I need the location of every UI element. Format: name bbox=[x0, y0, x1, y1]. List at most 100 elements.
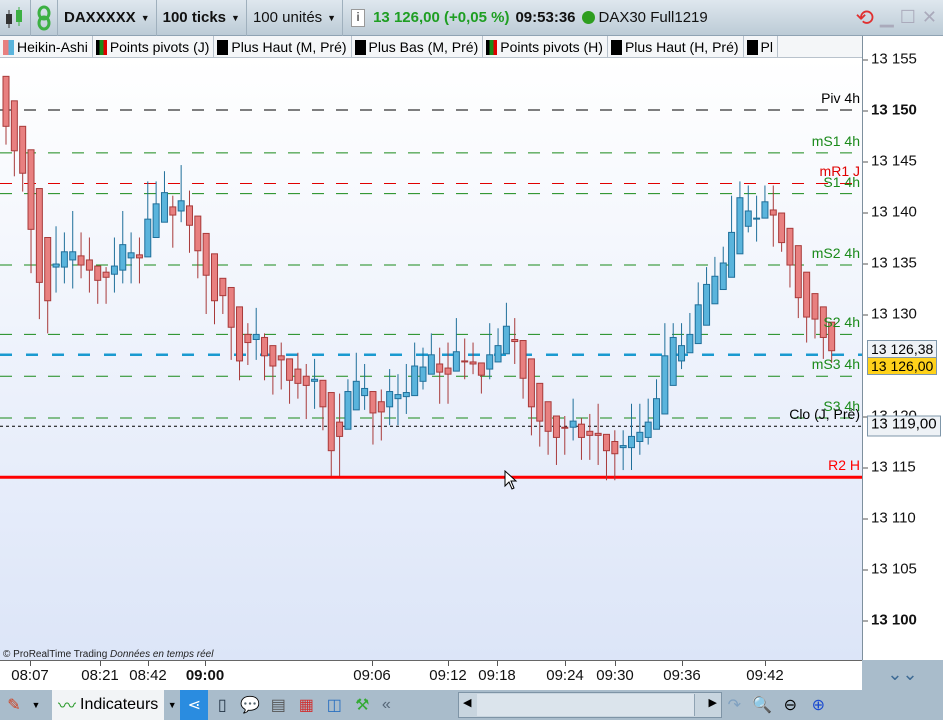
indicator-color-swatch bbox=[610, 39, 622, 55]
time-tick-label: 08:21 bbox=[81, 667, 119, 684]
indicator-tab-label: Plus Haut (M, Pré) bbox=[231, 39, 347, 55]
indicator-color-swatch bbox=[95, 39, 107, 55]
time-tick bbox=[372, 661, 373, 666]
chevron-down-icon: ▼ bbox=[140, 12, 150, 23]
settings-wrench-icon[interactable]: ⚒ bbox=[348, 690, 376, 720]
indicator-tab-label: Plus Bas (M, Pré) bbox=[368, 39, 479, 55]
units-selector[interactable]: 100 unités ▼ bbox=[247, 0, 344, 36]
zoom-out-icon[interactable]: ⊖ bbox=[776, 690, 804, 720]
chart-type-icon[interactable] bbox=[0, 0, 31, 36]
indicator-tab-label: Points pivots (J) bbox=[109, 39, 210, 55]
comment-icon[interactable]: 💬 bbox=[236, 690, 264, 720]
refresh-icon[interactable]: ⟲ bbox=[855, 5, 873, 31]
mouse-cursor-icon bbox=[504, 470, 518, 490]
time-tick-label: 09:00 bbox=[185, 667, 225, 684]
status-dot-icon bbox=[581, 11, 595, 24]
info-icon[interactable]: i bbox=[351, 8, 366, 27]
horizontal-scrollbar[interactable]: ◀ ▶ bbox=[458, 692, 722, 718]
drawing-tools-icon[interactable]: ✎ bbox=[0, 690, 28, 720]
level-label: S2 4h bbox=[823, 314, 860, 331]
time-tick-label: 08:07 bbox=[11, 667, 49, 684]
zoom-in-icon[interactable]: ⊕ bbox=[804, 690, 832, 720]
level-label: mS1 4h bbox=[811, 132, 860, 149]
indicator-tab[interactable]: Plus Haut (M, Pré) bbox=[214, 36, 352, 57]
symbol-selector[interactable]: DAXXXXX ▼ bbox=[58, 0, 157, 36]
indicator-tab-label: Points pivots (H) bbox=[500, 39, 603, 55]
indicator-tab[interactable]: Plus Haut (H, Pré) bbox=[608, 36, 744, 57]
indicator-color-swatch bbox=[3, 39, 14, 55]
indicator-tabs: Heikin-Ashi Points pivots (J) Plus Haut (M… bbox=[0, 36, 862, 58]
indicators-dropdown[interactable]: ▼ bbox=[164, 690, 180, 720]
indicator-tab[interactable]: Heikin-Ashi bbox=[0, 36, 93, 57]
price-tick-label: 13 130 bbox=[863, 305, 917, 323]
level-label: mS3 4h bbox=[811, 356, 860, 373]
indicator-tab-label: Plus Haut (H, Pré) bbox=[624, 39, 739, 55]
last-price-box: 13 126,38 bbox=[867, 339, 938, 358]
level-labels: Piv 4h mS1 4h mR1 J S1 4h mS2 4h S2 4h mS3 4h S… bbox=[0, 58, 860, 660]
time-tick bbox=[148, 661, 149, 666]
indicator-color-swatch bbox=[217, 39, 229, 55]
time-axis[interactable]: 08:07 08:21 08:42 09:00 09:06 09:12 09:18 09:24… bbox=[0, 660, 862, 690]
time-tick bbox=[615, 661, 616, 666]
price-change: 13 126,00 (+0,05 %) bbox=[373, 9, 510, 26]
time-tick-label: 09:18 bbox=[478, 667, 516, 684]
units-label: 100 unités bbox=[252, 9, 323, 26]
auto-zoom-icon[interactable]: 🔍 bbox=[748, 690, 776, 720]
level-label: S1 4h bbox=[823, 173, 860, 190]
period-label: 100 ticks bbox=[162, 9, 227, 26]
indicator-tab[interactable]: Plus Bas (M, Pré) bbox=[352, 36, 484, 57]
redo-icon[interactable]: ↷ bbox=[720, 690, 748, 720]
scroll-thumb[interactable] bbox=[477, 694, 695, 716]
level-label: mS2 4h bbox=[811, 245, 860, 262]
indicator-tab[interactable]: Points pivots (H) bbox=[483, 36, 608, 57]
credit: © ProRealTime Trading Données en temps r… bbox=[3, 649, 214, 660]
drawing-dropdown[interactable]: ▼ bbox=[28, 690, 44, 720]
link-icon[interactable] bbox=[31, 0, 58, 36]
share-icon[interactable]: ⋖ bbox=[180, 690, 209, 720]
indicator-tab-label: Heikin-Ashi bbox=[17, 39, 88, 55]
minimize-icon[interactable]: ▁ bbox=[880, 7, 894, 28]
scroll-fast-left-icon[interactable]: « bbox=[376, 690, 396, 720]
indicators-icon: 〰 bbox=[58, 696, 76, 716]
indicator-color-swatch bbox=[354, 39, 366, 55]
indicators-label: Indicateurs bbox=[80, 696, 159, 713]
scroll-right-icon[interactable]: ▶ bbox=[709, 696, 717, 709]
price-tick-label: 13 110 bbox=[863, 509, 916, 527]
close-icon[interactable]: ✕ bbox=[922, 7, 937, 28]
price-tick-label: 13 145 bbox=[863, 152, 917, 170]
time-tick bbox=[765, 661, 766, 666]
current-price-box: 13 126,00 bbox=[867, 357, 938, 376]
price-tick-label: 13 100 bbox=[863, 611, 917, 629]
price-tick-label: 13 115 bbox=[863, 458, 916, 476]
price-chart[interactable]: Piv 4h mS1 4h mR1 J S1 4h mS2 4h S2 4h mS3 4h S… bbox=[0, 58, 862, 660]
close-price-box: 13 119,00 bbox=[867, 415, 941, 437]
indicator-tab-label: Pl bbox=[760, 39, 773, 55]
time-tick-label: 09:36 bbox=[663, 667, 701, 684]
time-tick-label: 09:24 bbox=[546, 667, 584, 684]
price-tick-label: 13 135 bbox=[863, 254, 917, 272]
price-tick-label: 13 150 bbox=[863, 101, 917, 119]
order-book-icon[interactable]: ▦ bbox=[292, 690, 320, 720]
price-tick-label: 13 155 bbox=[863, 50, 917, 68]
time-tick-label: 08:42 bbox=[129, 667, 167, 684]
time-tick-label: 09:06 bbox=[353, 667, 391, 684]
maximize-icon[interactable]: ☐ bbox=[900, 7, 916, 28]
price-tick-label: 13 140 bbox=[863, 203, 917, 221]
collapse-icon[interactable]: ⌄⌄ bbox=[862, 660, 943, 690]
level-label: Clo (J, Pré) bbox=[789, 406, 860, 423]
price-axis[interactable]: 13 155 13 150 13 145 13 140 13 135 13 130 13 1… bbox=[862, 36, 943, 660]
time-tick-label: 09:30 bbox=[596, 667, 634, 684]
feed-name: DAX30 Full1219 bbox=[598, 9, 708, 26]
indicators-button[interactable]: 〰 Indicateurs bbox=[52, 690, 165, 720]
time-tick bbox=[682, 661, 683, 666]
indicator-tab[interactable]: Pl bbox=[744, 36, 778, 57]
scroll-left-icon[interactable]: ◀ bbox=[463, 696, 471, 709]
indicator-tab[interactable]: Points pivots (J) bbox=[93, 36, 215, 57]
time-tick bbox=[30, 661, 31, 666]
chevron-down-icon: ▼ bbox=[327, 12, 337, 23]
layout-icon[interactable]: ▯ bbox=[208, 690, 236, 720]
multi-chart-icon[interactable]: ◫ bbox=[320, 690, 348, 720]
report-icon[interactable]: ▤ bbox=[264, 690, 292, 720]
time-tick bbox=[205, 661, 206, 666]
period-selector[interactable]: 100 ticks ▼ bbox=[157, 0, 247, 36]
